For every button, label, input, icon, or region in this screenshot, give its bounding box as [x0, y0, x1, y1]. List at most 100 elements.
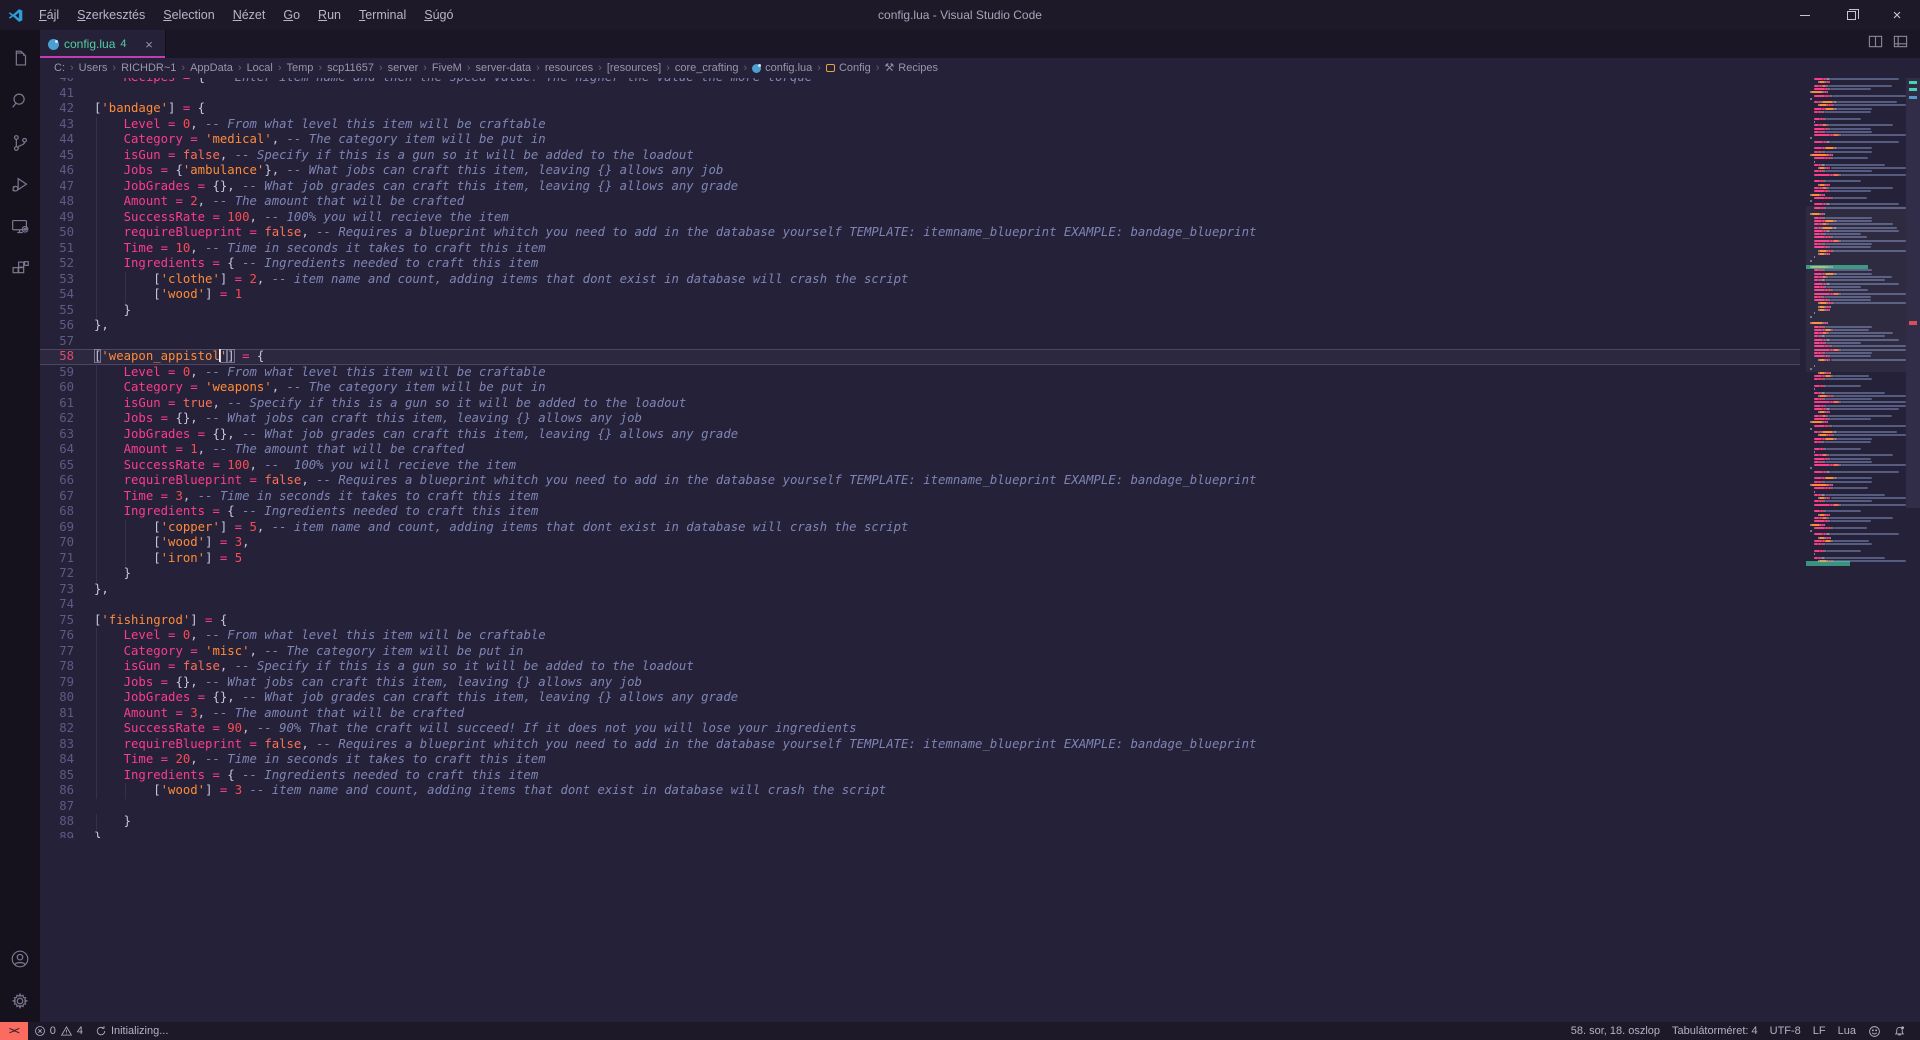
code-line: 84 Time = 20, -- Time in seconds it take… — [40, 752, 1800, 768]
tab-close-icon[interactable]: × — [141, 36, 157, 52]
indent-guide — [96, 768, 97, 784]
code-line: 88 } — [40, 814, 1800, 830]
code-lines: 40 Recipes = { -- Enter item name and th… — [40, 78, 1800, 838]
code-line: 55 } — [40, 303, 1800, 319]
breadcrumb-item[interactable]: FiveM — [432, 62, 462, 74]
vertical-scrollbar[interactable] — [1906, 78, 1920, 508]
tab-config-lua[interactable]: config.lua 4 × — [40, 30, 166, 58]
line-number: 48 — [40, 194, 74, 210]
breadcrumb-item[interactable]: Temp — [287, 62, 314, 74]
line-number: 67 — [40, 489, 74, 505]
warning-icon — [60, 1025, 73, 1037]
breadcrumb-item[interactable]: RICHDR~1 — [121, 62, 176, 74]
indentation-setting[interactable]: Tabulátorméret: 4 — [1666, 1022, 1764, 1040]
error-icon — [34, 1025, 46, 1037]
code-line: 40 Recipes = { -- Enter item name and th… — [40, 78, 1800, 86]
indent-guide — [125, 535, 126, 551]
settings-gear-icon[interactable] — [0, 980, 40, 1022]
menu-sg[interactable]: Súgó — [415, 0, 462, 30]
source-control-icon[interactable] — [0, 122, 40, 164]
error-count: 0 — [50, 1025, 56, 1037]
indent-guide — [125, 287, 126, 303]
remote-explorer-icon[interactable] — [0, 206, 40, 248]
breadcrumb-separator: › — [876, 62, 880, 74]
code-line: 73}, — [40, 582, 1800, 598]
breadcrumb-item[interactable]: server — [388, 62, 419, 74]
line-number: 42 — [40, 101, 74, 117]
extensions-icon[interactable] — [0, 248, 40, 290]
breadcrumb-item[interactable]: resources — [545, 62, 593, 74]
search-icon[interactable] — [0, 80, 40, 122]
code-editor[interactable]: 40 Recipes = { -- Enter item name and th… — [40, 78, 1920, 1022]
line-number: 52 — [40, 256, 74, 272]
indent-guide — [96, 737, 97, 753]
language-mode[interactable]: Lua — [1832, 1022, 1862, 1040]
breadcrumb-item[interactable]: AppData — [190, 62, 233, 74]
menu-selection[interactable]: Selection — [154, 0, 223, 30]
sync-status[interactable]: Initializing... — [89, 1022, 174, 1040]
indent-guide — [96, 256, 97, 272]
breadcrumb-separator: › — [379, 62, 383, 74]
feedback-smiley-icon[interactable] — [1862, 1022, 1887, 1040]
breadcrumb-item[interactable]: Config — [826, 62, 871, 74]
line-number: 63 — [40, 427, 74, 443]
minimap[interactable] — [1806, 78, 1906, 1022]
code-line: 59 Level = 0, -- From what level this it… — [40, 365, 1800, 381]
close-button[interactable]: × — [1874, 0, 1920, 30]
code-line: 56}, — [40, 318, 1800, 334]
code-line: 77 Category = 'misc', -- The category it… — [40, 644, 1800, 660]
run-debug-icon[interactable] — [0, 164, 40, 206]
explorer-icon[interactable] — [0, 38, 40, 80]
indent-guide — [96, 458, 97, 474]
code-line: 83 requireBlueprint = false, -- Requires… — [40, 737, 1800, 753]
encoding-setting[interactable]: UTF-8 — [1764, 1022, 1807, 1040]
code-line: 48 Amount = 2, -- The amount that will b… — [40, 194, 1800, 210]
breadcrumb-item[interactable]: [resources] — [607, 62, 661, 74]
indent-guide — [96, 117, 97, 133]
breadcrumb-item[interactable]: core_crafting — [675, 62, 739, 74]
account-icon[interactable] — [0, 938, 40, 980]
indent-guide — [96, 535, 97, 551]
menu-terminal[interactable]: Terminal — [350, 0, 415, 30]
indent-guide — [96, 365, 97, 381]
notifications-bell-icon[interactable] — [1887, 1022, 1912, 1040]
problems-indicator[interactable]: 0 4 — [28, 1022, 89, 1040]
menu-nzet[interactable]: Nézet — [224, 0, 275, 30]
breadcrumb-item[interactable]: ⚒Recipes — [884, 62, 938, 74]
symbol-wrench-icon: ⚒ — [884, 63, 894, 74]
indent-guide — [125, 783, 126, 799]
code-line: 87 — [40, 799, 1800, 815]
breadcrumb-item[interactable]: C: — [54, 62, 65, 74]
minimize-icon — [1800, 15, 1810, 16]
indent-guide — [96, 411, 97, 427]
indent-guide — [96, 427, 97, 443]
breadcrumb-separator: › — [70, 62, 74, 74]
cursor-position[interactable]: 58. sor, 18. oszlop — [1565, 1022, 1666, 1040]
restore-button[interactable] — [1828, 0, 1874, 30]
line-number: 57 — [40, 334, 74, 350]
symbol-object-icon — [826, 64, 835, 72]
breadcrumb-item[interactable]: Users — [79, 62, 108, 74]
line-number: 58 — [40, 349, 74, 365]
remote-indicator[interactable]: >< — [0, 1022, 28, 1040]
split-editor-icon[interactable] — [1868, 34, 1883, 54]
breadcrumb-separator: › — [744, 62, 748, 74]
minimize-button[interactable] — [1782, 0, 1828, 30]
menu-fjl[interactable]: Fájl — [30, 0, 68, 30]
breadcrumb-item[interactable]: server-data — [476, 62, 532, 74]
eol-setting[interactable]: LF — [1807, 1022, 1832, 1040]
menu-run[interactable]: Run — [309, 0, 350, 30]
indent-guide — [96, 442, 97, 458]
menu-go[interactable]: Go — [274, 0, 309, 30]
customize-layout-icon[interactable] — [1893, 34, 1908, 54]
line-number: 41 — [40, 86, 74, 102]
menu-szerkeszts[interactable]: Szerkesztés — [68, 0, 154, 30]
breadcrumb-item[interactable]: config.lua — [752, 62, 812, 74]
breadcrumb-item[interactable]: scp11657 — [327, 62, 374, 74]
indent-guide — [96, 752, 97, 768]
indent-guide — [96, 148, 97, 164]
minimap-viewport[interactable] — [1806, 206, 1906, 372]
indent-guide — [96, 210, 97, 226]
breadcrumb-item[interactable]: Local — [247, 62, 273, 74]
line-number: 81 — [40, 706, 74, 722]
